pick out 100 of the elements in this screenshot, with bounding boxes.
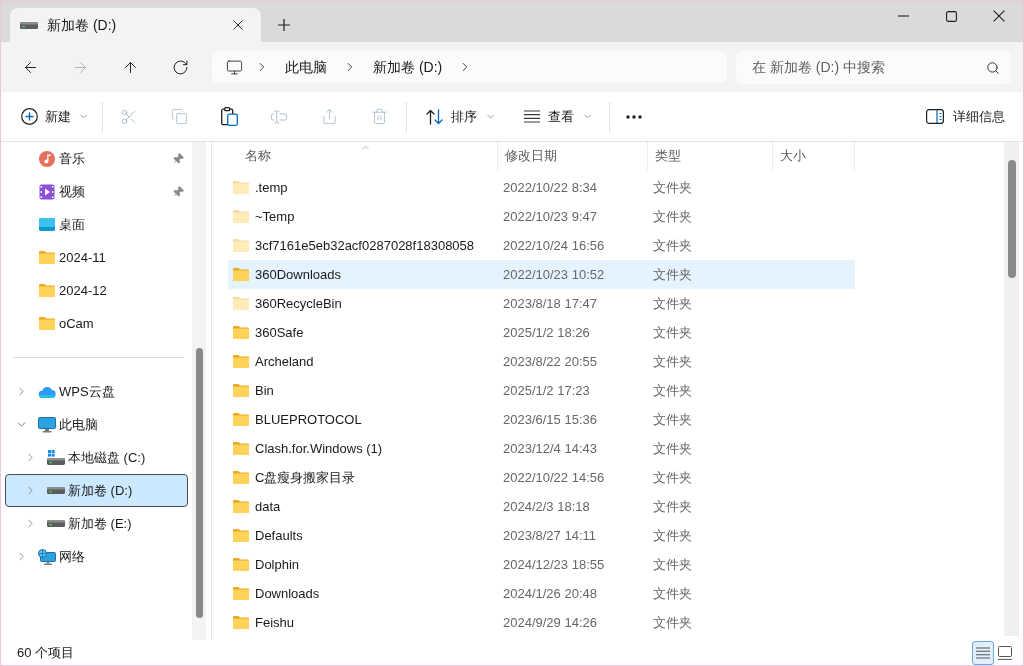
new-button[interactable]: 新建 (13, 99, 94, 134)
network-computer-icon (38, 548, 56, 565)
sidebar-item[interactable]: 桌面 (5, 208, 188, 241)
sidebar-item[interactable]: 新加卷 (D:) (5, 474, 188, 507)
close-icon (233, 20, 243, 30)
file-type: 文件夹 (652, 439, 693, 458)
file-row[interactable]: Downloads 2024/1/26 20:48 文件夹 (228, 579, 855, 608)
file-row[interactable]: Archeland 2023/8/22 20:55 文件夹 (228, 347, 855, 376)
file-row[interactable]: Defaults 2023/8/27 14:11 文件夹 (228, 521, 855, 550)
sidebar-item[interactable]: 本地磁盘 (C:) (5, 441, 188, 474)
sidebar-item[interactable]: 2024-11 (5, 241, 188, 274)
search-field[interactable]: 在 新加卷 (D:) 中搜索 (736, 50, 1011, 84)
scrollbar-track[interactable] (1004, 142, 1019, 636)
modified-date: 2023/6/15 15:36 (502, 410, 598, 429)
list-lines-icon (524, 110, 540, 123)
list-lines-icon (976, 646, 990, 659)
file-row[interactable]: Feishu 2024/9/29 14:26 文件夹 (228, 608, 855, 637)
modified-date: 2022/10/23 10:52 (502, 265, 606, 284)
column-header[interactable]: 类型 (647, 142, 772, 170)
drive-icon (47, 487, 65, 494)
monitor-icon (226, 58, 243, 76)
scrollbar-thumb[interactable] (195, 348, 203, 618)
file-name: ~Temp (255, 207, 295, 226)
file-type: 文件夹 (652, 381, 693, 400)
modified-date: 2024/1/26 20:48 (502, 584, 598, 603)
maximize-icon (945, 10, 957, 22)
file-type: 文件夹 (652, 178, 693, 197)
thumbnail-icon (998, 645, 1012, 660)
tab-title: 新加卷 (D:) (47, 15, 118, 35)
column-header[interactable]: 大小 (772, 142, 855, 170)
column-header[interactable]: 修改日期 (497, 142, 647, 170)
sidebar-item[interactable]: 此电脑 (5, 408, 188, 441)
more-icon (626, 114, 642, 119)
breadcrumb-item[interactable]: 新加卷 (D:) (369, 54, 447, 80)
file-row[interactable]: 3cf7161e5eb32acf0287028f18308058 2022/10/24 16:56 文件夹 (228, 231, 855, 260)
plus-icon (278, 19, 290, 31)
file-row[interactable]: 360RecycleBin 2023/8/18 17:47 文件夹 (228, 289, 855, 318)
drive-icon (20, 21, 38, 29)
modified-date: 2024/9/29 14:26 (502, 613, 598, 632)
plus-circle-icon (21, 108, 38, 125)
computer-icon (38, 416, 56, 433)
file-name: 360Safe (255, 323, 304, 342)
details-view-button[interactable] (972, 640, 994, 665)
sidebar-item[interactable]: 视频 (5, 175, 188, 208)
minimize-icon (897, 15, 909, 17)
sidebar-item[interactable]: 2024-12 (5, 274, 188, 307)
file-name: 360RecycleBin (255, 294, 342, 313)
sidebar-item[interactable]: oCam (5, 307, 188, 340)
details-pane-button[interactable]: 详细信息 (918, 99, 1013, 134)
folder-icon (39, 251, 55, 264)
scrollbar-thumb[interactable] (1007, 160, 1016, 278)
modified-date: 2022/10/24 16:56 (502, 236, 606, 255)
file-name: C盘瘦身搬家目录 (255, 468, 356, 487)
sidebar-item[interactable]: 网络 (5, 540, 188, 573)
file-type: 文件夹 (652, 352, 693, 371)
modified-date: 2024/2/3 18:18 (502, 497, 591, 516)
modified-date: 2025/1/2 17:23 (502, 381, 591, 400)
item-count: 60 个项目 (17, 643, 75, 662)
cloud-icon (38, 385, 56, 398)
file-name: Defaults (255, 526, 303, 545)
file-type: 文件夹 (652, 265, 693, 284)
modified-date: 2023/8/22 20:55 (502, 352, 598, 371)
sort-button[interactable]: 排序 (413, 99, 502, 134)
sort-arrows-icon (426, 108, 443, 125)
close-icon (993, 10, 1005, 22)
file-type: 文件夹 (652, 323, 693, 342)
modified-date: 2025/1/2 18:26 (502, 323, 591, 342)
file-row[interactable]: .temp 2022/10/22 8:34 文件夹 (228, 173, 855, 202)
file-row[interactable]: 360Safe 2025/1/2 18:26 文件夹 (228, 318, 855, 347)
search-icon (986, 60, 1000, 75)
address-bar[interactable]: 此电脑 新加卷 (D:) (212, 51, 727, 83)
file-name: Archeland (255, 352, 314, 371)
file-row[interactable]: Dolphin 2024/12/23 18:55 文件夹 (228, 550, 855, 579)
music-note-icon (39, 150, 55, 167)
tab[interactable]: 新加卷 (D:) (10, 8, 261, 42)
sidebar-item[interactable]: 音乐 (5, 142, 188, 175)
column-header[interactable]: 名称 (228, 142, 497, 170)
modified-date: 2023/8/18 17:47 (502, 294, 598, 313)
file-name: Dolphin (255, 555, 300, 574)
sidebar-item[interactable]: 新加卷 (E:) (5, 507, 188, 540)
file-row[interactable]: Bin 2025/1/2 17:23 文件夹 (228, 376, 855, 405)
sidebar-item[interactable]: WPS云盘 (5, 375, 188, 408)
folder-icon (39, 284, 55, 297)
file-row[interactable]: 360Downloads 2022/10/23 10:52 文件夹 (228, 260, 855, 289)
file-row[interactable]: ~Temp 2022/10/23 9:47 文件夹 (228, 202, 855, 231)
file-type: 文件夹 (652, 468, 693, 487)
scrollbar-track[interactable] (192, 142, 206, 640)
breadcrumb-item[interactable]: 此电脑 (281, 54, 331, 80)
file-type: 文件夹 (652, 294, 693, 313)
file-row[interactable]: data 2024/2/3 18:18 文件夹 (228, 492, 855, 521)
modified-date: 2022/10/23 9:47 (502, 207, 598, 226)
file-row[interactable]: BLUEPROTOCOL 2023/6/15 15:36 文件夹 (228, 405, 855, 434)
file-name: 360Downloads (255, 265, 341, 284)
file-row[interactable]: Clash.for.Windows (1) 2023/12/4 14:43 文件夹 (228, 434, 855, 463)
file-name: 3cf7161e5eb32acf0287028f18308058 (255, 236, 475, 255)
modified-date: 2023/12/4 14:43 (502, 439, 598, 458)
file-name: BLUEPROTOCOL (255, 410, 362, 429)
file-row[interactable]: C盘瘦身搬家目录 2022/10/22 14:56 文件夹 (228, 463, 855, 492)
side-panel-icon (926, 109, 944, 124)
view-button[interactable]: 查看 (511, 99, 599, 134)
